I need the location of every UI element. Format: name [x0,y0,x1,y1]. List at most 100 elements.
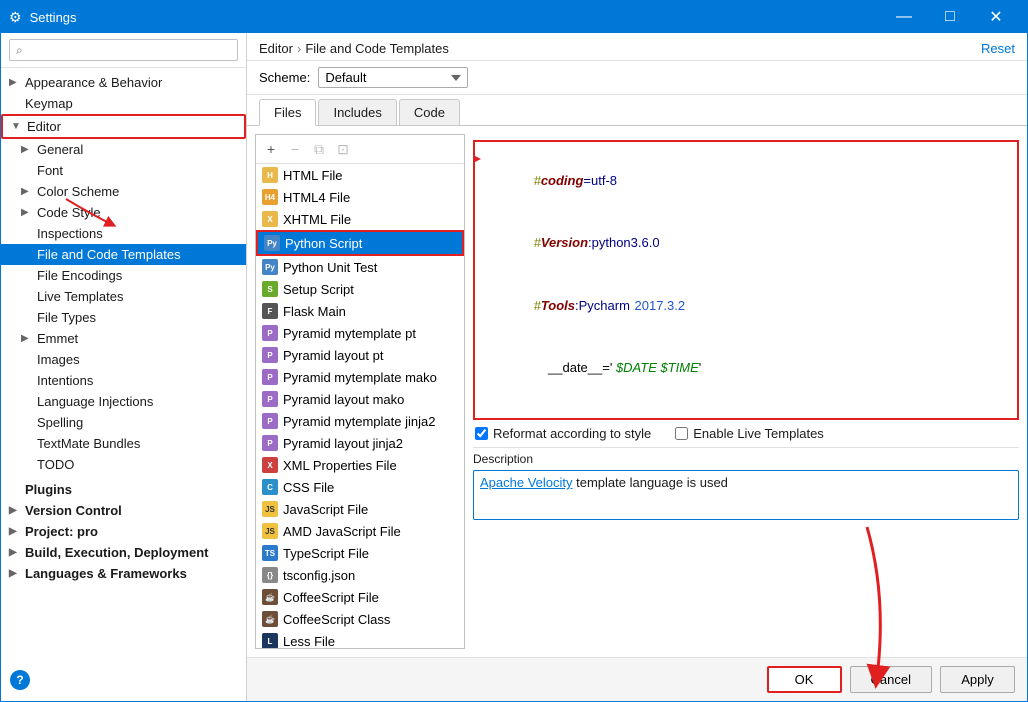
apply-button[interactable]: Apply [940,666,1015,693]
sidebar-item-project-pro[interactable]: ▶ Project: pro [1,521,246,542]
template-item-label: Pyramid layout jinja2 [283,436,403,451]
template-item-python-unit-test[interactable]: Py Python Unit Test [256,256,464,278]
hash-symbol: # [534,235,541,250]
template-item-label: Pyramid layout pt [283,348,383,363]
sidebar-item-code-style[interactable]: ▶ Code Style [1,202,246,223]
add-template-button[interactable]: + [260,138,282,160]
template-item-pyramid-mytemplate-mako[interactable]: P Pyramid mytemplate mako [256,366,464,388]
minimize-button[interactable]: — [881,1,927,33]
coffee-icon: ☕ [262,611,278,627]
html-file-icon: H [262,167,278,183]
maximize-button[interactable]: □ [927,1,973,33]
template-item-less-file[interactable]: L Less File [256,630,464,648]
arrow-icon: ▶ [9,526,21,537]
pyramid-icon: P [262,435,278,451]
template-item-css-file[interactable]: C CSS File [256,476,464,498]
other-template-button[interactable]: ⊡ [332,138,354,160]
template-item-python-script[interactable]: Py Python Script [256,230,464,256]
sidebar-item-intentions[interactable]: Intentions [1,370,246,391]
template-item-javascript-file[interactable]: JS JavaScript File [256,498,464,520]
sidebar-item-label: TODO [37,457,238,472]
sidebar-item-label: TextMate Bundles [37,436,238,451]
template-item-label: Pyramid mytemplate jinja2 [283,414,435,429]
sidebar-item-label: Inspections [37,226,238,241]
live-templates-checkbox-label[interactable]: Enable Live Templates [675,426,824,441]
sidebar-item-general[interactable]: ▶ General [1,139,246,160]
sidebar-item-label: Keymap [25,96,238,111]
template-item-flask-main[interactable]: F Flask Main [256,300,464,322]
template-item-html4-file[interactable]: H4 HTML4 File [256,186,464,208]
reformat-checkbox[interactable] [475,427,488,440]
pyramid-icon: P [262,347,278,363]
template-item-pyramid-layout-pt[interactable]: P Pyramid layout pt [256,344,464,366]
sidebar-item-file-types[interactable]: File Types [1,307,246,328]
tab-code[interactable]: Code [399,99,460,125]
sidebar-item-label: Live Templates [37,289,238,304]
sidebar-item-build-execution[interactable]: ▶ Build, Execution, Deployment [1,542,246,563]
sidebar-item-inspections[interactable]: Inspections [1,223,246,244]
template-item-pyramid-layout-mako[interactable]: P Pyramid layout mako [256,388,464,410]
sidebar-item-keymap[interactable]: Keymap [1,93,246,114]
live-templates-label: Enable Live Templates [693,426,824,441]
coding-key: coding [541,173,584,188]
cancel-button[interactable]: Cancel [850,666,932,693]
template-item-setup-script[interactable]: S Setup Script [256,278,464,300]
sidebar-item-languages-frameworks[interactable]: ▶ Languages & Frameworks [1,563,246,584]
help-button[interactable]: ? [10,670,30,690]
sidebar-item-appearance[interactable]: ▶ Appearance & Behavior [1,72,246,93]
arrow-icon: ▶ [9,505,21,516]
xhtml-file-icon: X [262,211,278,227]
reset-link[interactable]: Reset [981,41,1015,56]
search-input[interactable] [9,39,238,61]
sidebar-item-todo[interactable]: TODO [1,454,246,475]
template-item-label: Pyramid mytemplate pt [283,326,416,341]
scheme-select[interactable]: Default Project [318,67,468,88]
sidebar-item-file-encodings[interactable]: File Encodings [1,265,246,286]
sidebar-item-plugins[interactable]: Plugins [1,479,246,500]
arrow-icon: ▶ [9,547,21,558]
sidebar-item-language-injections[interactable]: Language Injections [1,391,246,412]
sidebar-item-spelling[interactable]: Spelling [1,412,246,433]
json-icon: {} [262,567,278,583]
code-editor[interactable]: #coding=utf-8 #Version:python3.6.0 #Tool… [473,140,1019,420]
template-item-xhtml-file[interactable]: X XHTML File [256,208,464,230]
sidebar: ▶ Appearance & Behavior Keymap ▼ Editor … [1,33,247,701]
sidebar-item-file-code-templates[interactable]: File and Code Templates [1,244,246,265]
remove-template-button[interactable]: − [284,138,306,160]
python-unit-test-icon: Py [262,259,278,275]
sidebar-item-emmet[interactable]: ▶ Emmet [1,328,246,349]
sidebar-item-font[interactable]: Font [1,160,246,181]
template-item-pyramid-mytemplate-pt[interactable]: P Pyramid mytemplate pt [256,322,464,344]
tab-includes[interactable]: Includes [318,99,396,125]
template-item-xml-properties-file[interactable]: X XML Properties File [256,454,464,476]
live-templates-checkbox[interactable] [675,427,688,440]
template-items: H HTML File H4 HTML4 File X XHTML File [256,164,464,648]
tab-files[interactable]: Files [259,99,316,126]
coffee-icon: ☕ [262,589,278,605]
sidebar-item-live-templates[interactable]: Live Templates [1,286,246,307]
ok-button[interactable]: OK [767,666,842,693]
sidebar-item-version-control[interactable]: ▶ Version Control [1,500,246,521]
template-item-coffeescript-class[interactable]: ☕ CoffeeScript Class [256,608,464,630]
template-item-html-file[interactable]: H HTML File [256,164,464,186]
version-val: :python3.6.0 [588,235,660,250]
template-item-pyramid-mytemplate-jinja2[interactable]: P Pyramid mytemplate jinja2 [256,410,464,432]
editor-area: #coding=utf-8 #Version:python3.6.0 #Tool… [473,134,1019,649]
copy-template-button[interactable]: ⧉ [308,138,330,160]
template-toolbar: + − ⧉ ⊡ [256,135,464,164]
template-item-label: JavaScript File [283,502,368,517]
sidebar-item-images[interactable]: Images [1,349,246,370]
template-item-coffeescript-file[interactable]: ☕ CoffeeScript File [256,586,464,608]
sidebar-item-textmate-bundles[interactable]: TextMate Bundles [1,433,246,454]
template-item-pyramid-layout-jinja2[interactable]: P Pyramid layout jinja2 [256,432,464,454]
template-item-amd-javascript-file[interactable]: JS AMD JavaScript File [256,520,464,542]
apache-velocity-link[interactable]: Apache Velocity [480,475,573,490]
reformat-checkbox-label[interactable]: Reformat according to style [475,426,651,441]
template-item-tsconfig-json[interactable]: {} tsconfig.json [256,564,464,586]
template-item-typescript-file[interactable]: TS TypeScript File [256,542,464,564]
sidebar-item-color-scheme[interactable]: ▶ Color Scheme [1,181,246,202]
close-button[interactable]: ✕ [973,1,1019,33]
tabs-row: Files Includes Code [247,95,1027,126]
template-item-label: Python Unit Test [283,260,377,275]
sidebar-item-editor[interactable]: ▼ Editor [1,114,246,139]
